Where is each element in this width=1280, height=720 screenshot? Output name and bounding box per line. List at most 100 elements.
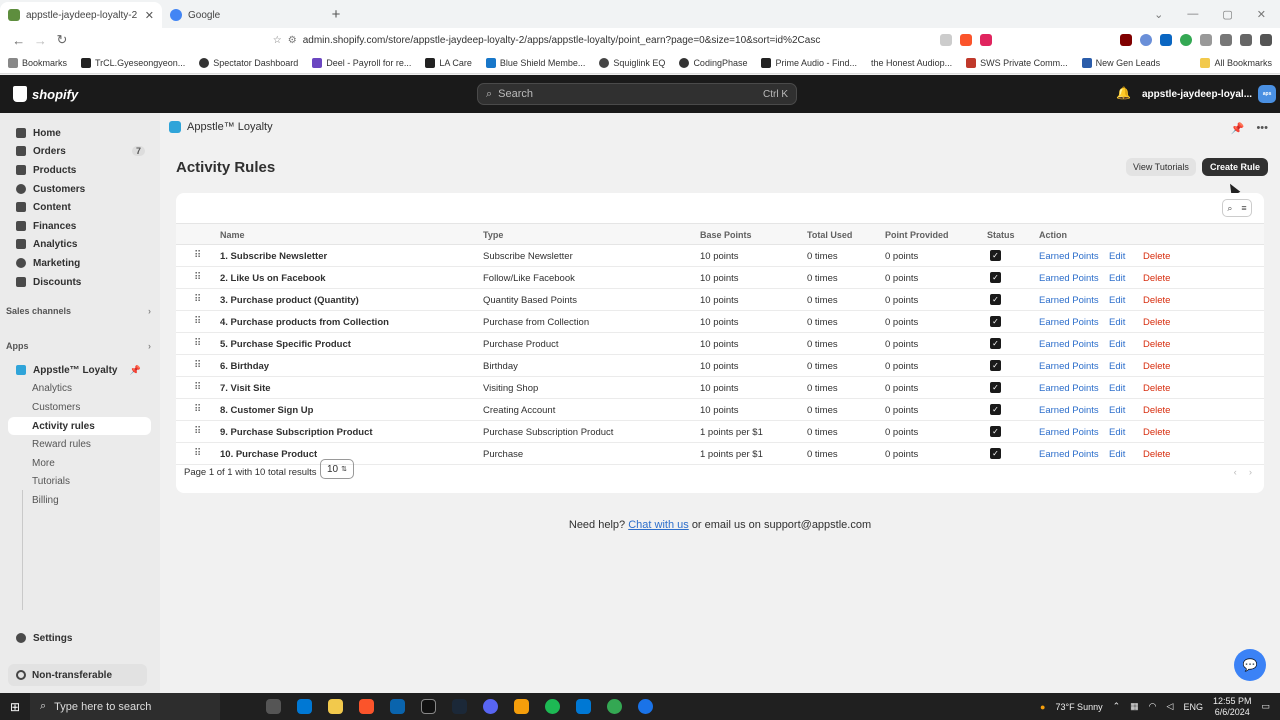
delete-link[interactable]: Delete bbox=[1143, 295, 1170, 306]
file-explorer-icon[interactable] bbox=[328, 699, 343, 714]
windows-start-icon[interactable]: ⊞ bbox=[0, 700, 30, 714]
sidebar-item-discounts[interactable]: Discounts bbox=[8, 273, 151, 291]
language-indicator[interactable]: ENG bbox=[1183, 702, 1203, 712]
sidebar-item-finances[interactable]: Finances bbox=[8, 217, 151, 235]
column-header-status[interactable]: Status bbox=[987, 230, 1015, 240]
bookmark-item[interactable]: New Gen Leads bbox=[1081, 57, 1160, 68]
taskbar-clock[interactable]: 12:55 PM 6/6/2024 bbox=[1213, 696, 1252, 718]
per-page-select[interactable]: 10 ⇅ bbox=[320, 459, 354, 479]
brave-rewards-icon[interactable] bbox=[980, 34, 993, 46]
outlook-icon[interactable] bbox=[390, 699, 405, 714]
bookmark-item[interactable]: Deel - Payroll for re... bbox=[312, 57, 411, 68]
site-info-icon[interactable]: ⚙ bbox=[288, 35, 297, 46]
store-app-icon[interactable] bbox=[297, 699, 312, 714]
sidebar-item-home[interactable]: Home bbox=[8, 124, 151, 142]
bookmark-item[interactable]: the Honest Audiop... bbox=[871, 58, 952, 68]
close-tab-icon[interactable]: ✕ bbox=[145, 9, 154, 22]
new-tab-button[interactable]: + bbox=[324, 6, 348, 23]
bookmark-item[interactable]: Spectator Dashboard bbox=[199, 57, 298, 68]
wifi-icon[interactable]: ◠ bbox=[1149, 701, 1157, 712]
brave-browser-icon[interactable] bbox=[359, 699, 374, 714]
bookmark-item[interactable]: SWS Private Comm... bbox=[966, 57, 1068, 68]
bookmark-item[interactable]: Prime Audio - Find... bbox=[761, 57, 857, 68]
pin-icon[interactable]: 📌 bbox=[126, 365, 145, 376]
drag-handle-icon[interactable]: ⠿ bbox=[194, 250, 201, 261]
earned-points-link[interactable]: Earned Points bbox=[1039, 339, 1099, 350]
edit-link[interactable]: Edit bbox=[1109, 405, 1125, 416]
extension-ublock-icon[interactable] bbox=[1120, 34, 1133, 46]
discord-icon[interactable] bbox=[483, 699, 498, 714]
extension-puzzle-icon[interactable] bbox=[1220, 34, 1233, 46]
delete-link[interactable]: Delete bbox=[1143, 317, 1170, 328]
sidebar-item-products[interactable]: Products bbox=[8, 161, 151, 179]
drag-handle-icon[interactable]: ⠿ bbox=[194, 316, 201, 327]
delete-link[interactable]: Delete bbox=[1143, 427, 1170, 438]
delete-link[interactable]: Delete bbox=[1143, 273, 1170, 284]
sidebar-sub-activity-rules[interactable]: Activity rules bbox=[8, 417, 151, 435]
delete-link[interactable]: Delete bbox=[1143, 405, 1170, 416]
browser-tab-google[interactable]: Google bbox=[162, 2, 324, 28]
drag-handle-icon[interactable]: ⠿ bbox=[194, 426, 201, 437]
earned-points-link[interactable]: Earned Points bbox=[1039, 295, 1099, 306]
next-page-icon[interactable]: › bbox=[1249, 467, 1252, 478]
weather-text[interactable]: 73°F Sunny bbox=[1055, 702, 1102, 712]
linkedin-icon[interactable] bbox=[1160, 34, 1173, 46]
non-transferable-badge[interactable]: Non-transferable bbox=[8, 664, 147, 686]
notification-bell-icon[interactable]: 🔔 bbox=[1116, 86, 1131, 102]
chat-with-us-link[interactable]: Chat with us bbox=[628, 519, 689, 531]
column-header-total-used[interactable]: Total Used bbox=[807, 230, 852, 240]
status-checkbox[interactable]: ✓ bbox=[990, 360, 1001, 371]
all-bookmarks-folder[interactable]: All Bookmarks bbox=[1200, 57, 1272, 68]
bookmark-item[interactable]: LA Care bbox=[425, 57, 472, 68]
pin-icon[interactable]: 📌 bbox=[1231, 122, 1245, 135]
store-menu[interactable]: appstle-jaydeep-loyal... aps bbox=[1142, 84, 1277, 104]
status-checkbox[interactable]: ✓ bbox=[990, 382, 1001, 393]
bookmark-item[interactable]: Bookmarks bbox=[8, 57, 67, 68]
reload-icon[interactable]: ↻ bbox=[51, 32, 73, 48]
drag-handle-icon[interactable]: ⠿ bbox=[194, 404, 201, 415]
camera-icon[interactable] bbox=[1200, 34, 1213, 46]
earned-points-link[interactable]: Earned Points bbox=[1039, 317, 1099, 328]
notifications-icon[interactable]: ▭ bbox=[1261, 701, 1270, 712]
close-window-icon[interactable]: ✕ bbox=[1257, 8, 1266, 21]
taskbar-search-input[interactable]: ⌕ Type here to search bbox=[30, 693, 220, 720]
edit-link[interactable]: Edit bbox=[1109, 427, 1125, 438]
maximize-icon[interactable]: ▢ bbox=[1222, 8, 1232, 21]
task-view-icon[interactable] bbox=[266, 699, 281, 714]
edit-link[interactable]: Edit bbox=[1109, 317, 1125, 328]
more-options-icon[interactable]: ••• bbox=[1256, 122, 1268, 135]
bookmark-item[interactable]: TrCL.Gyeseongyeon... bbox=[81, 57, 185, 68]
sidebar-sub-more[interactable]: More bbox=[8, 454, 151, 472]
status-checkbox[interactable]: ✓ bbox=[990, 338, 1001, 349]
sidebar-section-sales-channels[interactable]: Sales channels › bbox=[6, 306, 151, 316]
edit-link[interactable]: Edit bbox=[1109, 383, 1125, 394]
sidebar-sub-reward-rules[interactable]: Reward rules bbox=[8, 435, 151, 453]
status-checkbox[interactable]: ✓ bbox=[990, 250, 1001, 261]
back-icon[interactable]: ← bbox=[8, 33, 30, 48]
bookmark-star-icon[interactable]: ☆ bbox=[273, 35, 282, 46]
column-header-name[interactable]: Name bbox=[220, 230, 245, 240]
url-field[interactable]: ☆ ⚙ admin.shopify.com/store/appstle-jayd… bbox=[273, 29, 940, 51]
tray-chevron-icon[interactable]: ⌃ bbox=[1113, 701, 1121, 712]
edit-link[interactable]: Edit bbox=[1109, 251, 1125, 262]
search-filter-button[interactable]: ⌕ ≡ bbox=[1222, 199, 1252, 217]
spotify-icon[interactable] bbox=[545, 699, 560, 714]
delete-link[interactable]: Delete bbox=[1143, 383, 1170, 394]
edit-link[interactable]: Edit bbox=[1109, 295, 1125, 306]
capcut-icon[interactable] bbox=[421, 699, 436, 714]
network-icon[interactable]: ▦ bbox=[1130, 701, 1139, 712]
view-tutorials-button[interactable]: View Tutorials bbox=[1126, 158, 1196, 176]
previous-page-icon[interactable]: ‹ bbox=[1234, 467, 1237, 478]
drag-handle-icon[interactable]: ⠿ bbox=[194, 294, 201, 305]
delete-link[interactable]: Delete bbox=[1143, 361, 1170, 372]
column-header-type[interactable]: Type bbox=[483, 230, 503, 240]
sidebar-item-content[interactable]: Content bbox=[8, 198, 151, 216]
admin-search-input[interactable]: ⌕ Search Ctrl K bbox=[477, 83, 797, 105]
tab-search-icon[interactable]: ⌄ bbox=[1154, 8, 1163, 21]
drag-handle-icon[interactable]: ⠿ bbox=[194, 272, 201, 283]
drag-handle-icon[interactable]: ⠿ bbox=[194, 382, 201, 393]
sidebar-sub-billing[interactable]: Billing bbox=[8, 491, 151, 509]
edit-link[interactable]: Edit bbox=[1109, 273, 1125, 284]
earned-points-link[interactable]: Earned Points bbox=[1039, 361, 1099, 372]
shopify-logo[interactable]: shopify bbox=[13, 86, 78, 102]
